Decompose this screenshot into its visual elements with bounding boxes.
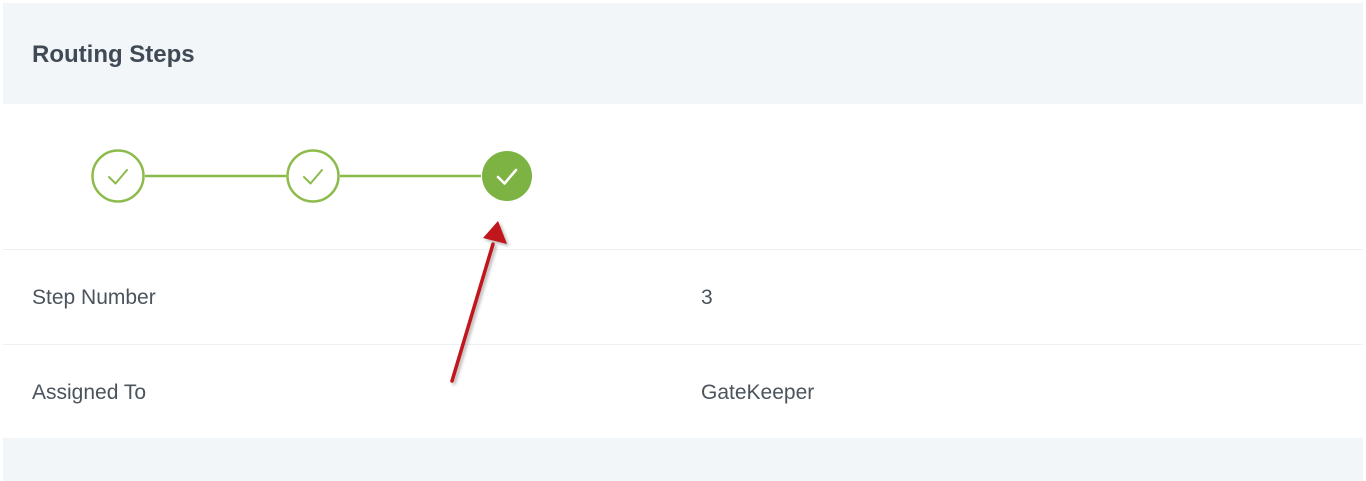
- step-number-label: Step Number: [32, 286, 156, 309]
- step-2-circle: [286, 149, 340, 203]
- assigned-to-label: Assigned To: [32, 381, 147, 404]
- stepper-graphic: [91, 149, 532, 203]
- step-1-circle: [91, 149, 145, 203]
- step-2[interactable]: [286, 149, 340, 203]
- detail-row-step-number: Step Number 3: [3, 250, 1363, 344]
- panel-footer: [3, 438, 1363, 481]
- panel-title: Routing Steps: [32, 41, 195, 68]
- step-3-circle: [482, 151, 532, 201]
- panel-header: Routing Steps: [3, 3, 1363, 104]
- step-number-value: 3: [701, 286, 713, 309]
- step-1[interactable]: [91, 149, 145, 203]
- assigned-to-value: GateKeeper: [701, 381, 815, 404]
- routing-steps-panel: Routing Steps Step Number 3 Assigned To …: [0, 0, 1366, 481]
- routing-stepper: [3, 104, 1363, 249]
- detail-row-assigned-to: Assigned To GateKeeper: [3, 345, 1363, 439]
- step-3[interactable]: [482, 151, 532, 201]
